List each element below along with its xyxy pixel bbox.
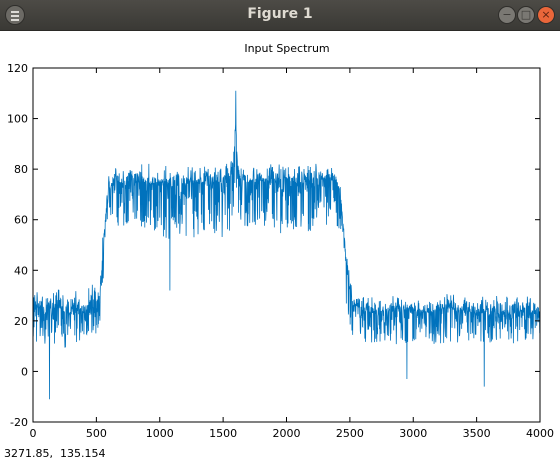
cursor-coordinates: 3271.85, 135.154 [4, 447, 106, 460]
minimize-button[interactable]: − [498, 6, 516, 24]
plot-area [32, 90, 541, 400]
title-bar[interactable]: Figure 1 − □ × [0, 0, 560, 31]
y-tick-label: -20 [10, 416, 28, 429]
y-tick-label: 120 [7, 62, 28, 75]
x-tick-label: 3000 [399, 427, 427, 440]
x-tick-label: 1000 [146, 427, 174, 440]
y-tick-label: 0 [21, 365, 28, 378]
window-title: Figure 1 [247, 6, 313, 22]
x-axis: 0 500 1000 1500 2000 2500 3000 3500 4000 [30, 68, 554, 440]
y-axis: -20 0 20 40 60 80 100 120 [7, 62, 540, 429]
x-tick-label: 4000 [526, 427, 554, 440]
figure-window: Figure 1 − □ × Input Spectrum -20 0 20 40 60… [0, 0, 560, 463]
y-tick-label: 80 [14, 163, 28, 176]
y-tick-label: 60 [14, 214, 28, 227]
chart-title: Input Spectrum [244, 42, 329, 55]
y-tick-label: 20 [14, 315, 28, 328]
spectrum-line [32, 90, 541, 400]
close-button[interactable]: × [537, 6, 555, 24]
x-tick-label: 2500 [336, 427, 364, 440]
axes-frame [32, 67, 541, 423]
y-tick-label: 100 [7, 113, 28, 126]
maximize-button[interactable]: □ [517, 6, 535, 24]
spectrum-plot[interactable]: Input Spectrum -20020406080100120 0 500 10… [0, 31, 560, 441]
x-tick-label: 3500 [463, 427, 491, 440]
x-tick-label: 1500 [209, 427, 237, 440]
x-tick-label: 0 [30, 427, 37, 440]
x-tick-label: 2000 [273, 427, 301, 440]
x-tick-label: 500 [86, 427, 107, 440]
y-tick-label: 40 [14, 264, 28, 277]
